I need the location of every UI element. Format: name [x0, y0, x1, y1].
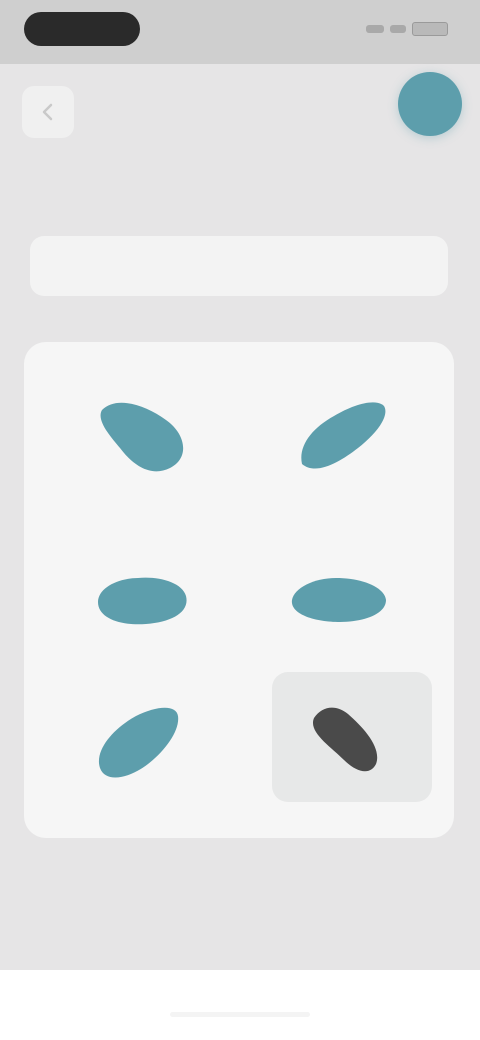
shape-grid — [24, 342, 454, 838]
back-button[interactable] — [22, 86, 74, 138]
shape-tile-6-selected[interactable] — [272, 672, 432, 802]
leaf-shape-icon — [98, 707, 179, 778]
signal-icon — [366, 25, 384, 33]
shape-tile-4[interactable] — [272, 532, 432, 662]
home-indicator[interactable] — [170, 1012, 310, 1017]
status-time — [24, 12, 140, 46]
battery-icon — [412, 22, 448, 36]
shape-tile-1[interactable] — [74, 368, 234, 498]
status-bar — [0, 0, 480, 64]
shape-tile-3[interactable] — [74, 532, 234, 662]
status-icons — [366, 22, 448, 36]
app-view — [0, 0, 480, 970]
cloud-shape-icon — [98, 577, 187, 625]
brush-shape-icon — [312, 707, 378, 772]
shape-tile-5[interactable] — [74, 672, 234, 802]
phone-screen — [0, 0, 480, 1040]
filter-row[interactable] — [30, 236, 448, 296]
shape-tile-2[interactable] — [272, 368, 432, 498]
leaf-shape-icon — [100, 402, 184, 472]
cloud-shape-icon — [291, 578, 386, 622]
arrow-left-icon — [42, 103, 53, 121]
feather-shape-icon — [301, 402, 386, 469]
wifi-icon — [390, 25, 406, 33]
avatar[interactable] — [398, 72, 462, 136]
